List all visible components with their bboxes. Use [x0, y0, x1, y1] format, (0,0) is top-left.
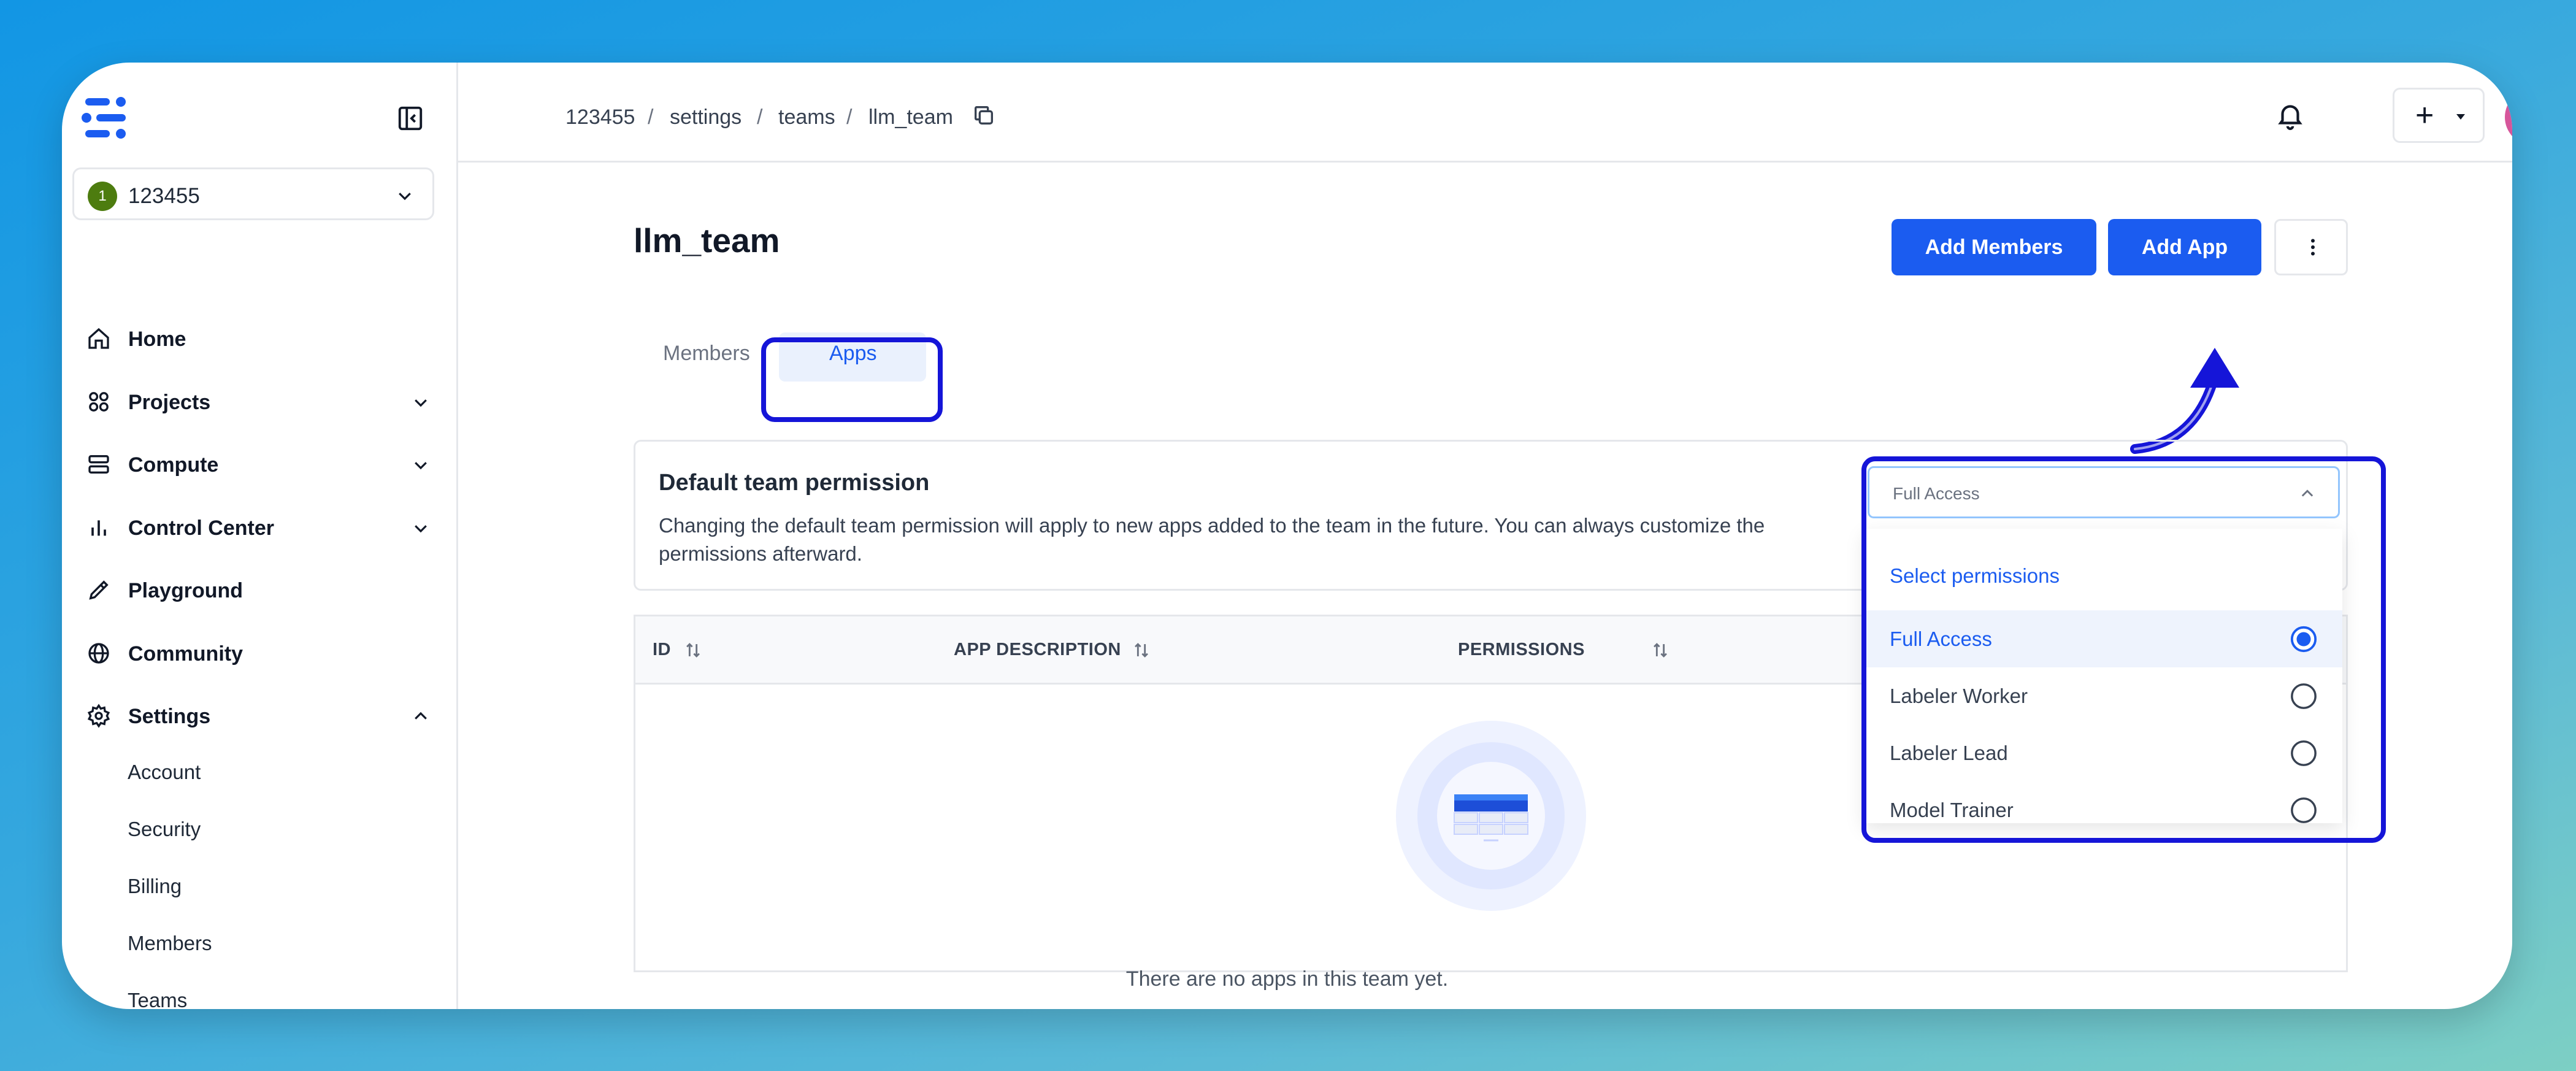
- sidebar-subitem-billing[interactable]: Billing: [128, 875, 182, 898]
- sidebar-subitem-members[interactable]: Members: [128, 932, 212, 955]
- bar-chart-icon: [91, 520, 106, 536]
- sort-icon[interactable]: [1650, 640, 1671, 661]
- add-members-button[interactable]: Add Members: [1892, 219, 2096, 275]
- server-icon: [88, 455, 109, 474]
- app-window: 1 123455 Home Projects Compute Control C…: [62, 63, 2512, 1009]
- breadcrumb-separator: /: [846, 106, 853, 129]
- sidebar-subitem-account[interactable]: Account: [128, 761, 201, 784]
- column-header-id[interactable]: ID: [653, 640, 671, 660]
- breadcrumb-teams[interactable]: teams: [778, 106, 835, 129]
- sidebar-item-control-center[interactable]: Control Center: [86, 508, 430, 545]
- sidebar-item-label: Compute: [128, 453, 219, 477]
- sidebar-item-label: Home: [128, 328, 186, 351]
- permission-card-title: Default team permission: [659, 470, 930, 496]
- page-title: llm_team: [634, 221, 780, 259]
- sidebar-item-projects[interactable]: Projects: [86, 382, 430, 419]
- globe-icon: [88, 643, 109, 664]
- column-header-permissions[interactable]: PERMISSIONS: [1458, 640, 1585, 660]
- sidebar-item-label: Control Center: [128, 516, 274, 540]
- plus-icon: +: [2415, 98, 2434, 133]
- sort-icon[interactable]: [1131, 640, 1152, 661]
- breadcrumb-org[interactable]: 123455: [565, 106, 635, 129]
- chevron-up-icon: [415, 712, 427, 720]
- user-avatar[interactable]: A: [2505, 89, 2512, 145]
- more-options-button[interactable]: [2274, 219, 2348, 275]
- sidebar-item-home[interactable]: Home: [86, 319, 430, 356]
- breadcrumb-settings[interactable]: settings: [670, 106, 742, 129]
- sidebar-item-label: Projects: [128, 391, 211, 414]
- home-icon: [88, 328, 109, 349]
- bell-icon[interactable]: [2275, 100, 2306, 131]
- caret-down-icon: [2456, 114, 2465, 120]
- tab-members[interactable]: Members: [663, 342, 750, 366]
- breadcrumb-separator: /: [757, 106, 763, 129]
- gear-icon: [87, 704, 110, 728]
- sidebar-subitem-security[interactable]: Security: [128, 818, 201, 841]
- chevron-down-icon: [415, 399, 427, 407]
- brand-logo-icon[interactable]: [78, 93, 133, 142]
- sidebar-item-label: Community: [128, 642, 243, 666]
- copy-icon[interactable]: [972, 103, 996, 128]
- empty-state-text: There are no apps in this team yet.: [1125, 967, 1449, 991]
- highlight-apps-tab: [761, 337, 943, 422]
- empty-table-illustration: [1396, 721, 1586, 911]
- sidebar-item-community[interactable]: Community: [86, 634, 430, 670]
- chevron-down-icon: [415, 462, 427, 470]
- highlight-permission-dropdown: [1861, 456, 2386, 843]
- breadcrumb-separator: /: [648, 106, 654, 129]
- sidebar-item-settings[interactable]: Settings: [86, 696, 430, 733]
- add-app-button[interactable]: Add App: [2108, 219, 2261, 275]
- sidebar-item-label: Settings: [128, 705, 211, 728]
- chevron-down-icon: [415, 525, 427, 533]
- sidebar: 1 123455 Home Projects Compute Control C…: [62, 63, 458, 1009]
- pen-icon: [89, 580, 109, 600]
- projects-icon: [89, 392, 109, 412]
- sidebar-item-compute[interactable]: Compute: [86, 445, 430, 482]
- sidebar-item-label: Playground: [128, 579, 243, 602]
- breadcrumb-current: llm_team: [868, 106, 953, 129]
- kebab-menu-icon: [2311, 239, 2315, 256]
- top-bar: 123455 / settings / teams / llm_team + A: [456, 63, 2512, 163]
- org-badge: 1: [88, 182, 117, 211]
- permission-card-description: Changing the default team permission wil…: [659, 514, 1765, 565]
- create-new-button[interactable]: +: [2393, 88, 2485, 143]
- org-selector[interactable]: 1 123455: [72, 167, 434, 220]
- column-header-app-description[interactable]: APP DESCRIPTION: [954, 640, 1121, 660]
- org-name: 123455: [128, 184, 200, 208]
- sidebar-item-playground[interactable]: Playground: [86, 570, 430, 607]
- chevron-down-icon: [399, 193, 411, 201]
- sidebar-subitem-teams[interactable]: Teams: [128, 989, 187, 1009]
- sort-icon[interactable]: [683, 640, 703, 661]
- sidebar-collapse-icon[interactable]: [396, 104, 424, 132]
